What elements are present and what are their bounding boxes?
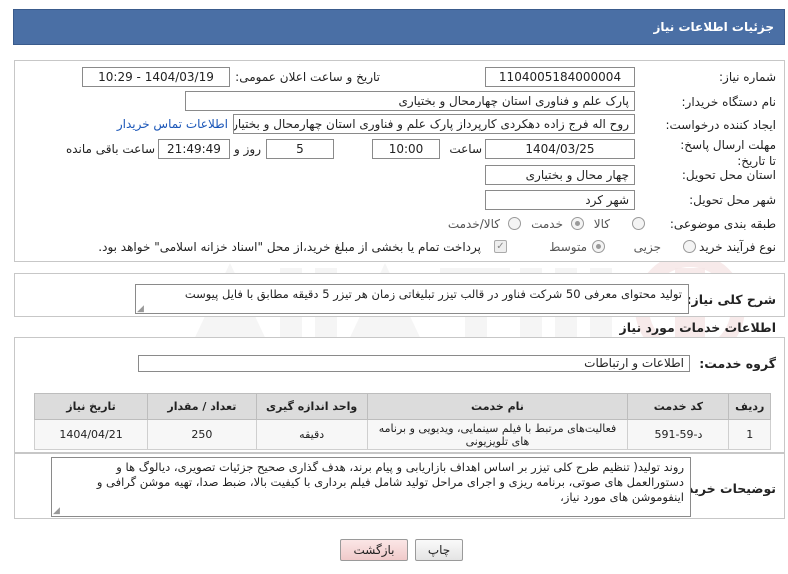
- buyer-notes-textarea: روند تولید( تنظیم طرح کلی تیزر بر اساس ا…: [51, 457, 691, 517]
- province-field: چهار محال و بختیاری: [485, 165, 635, 185]
- services-table-header: ردیف کد خدمت نام خدمت واحد اندازه گیری ت…: [33, 393, 771, 420]
- announce-datetime-field: 1404/03/19 - 10:29: [82, 67, 230, 87]
- row-service-code: د-59-591: [627, 419, 730, 450]
- announce-datetime-label: تاریخ و ساعت اعلان عمومی:: [235, 70, 380, 84]
- buyer-org-label: نام دستگاه خریدار:: [681, 95, 777, 109]
- row-quantity: 250: [147, 419, 257, 450]
- buyer-org-field: پارک علم و فناوری استان چهارمحال و بختیا…: [185, 91, 635, 111]
- remaining-time-label: ساعت باقی مانده: [65, 142, 155, 156]
- col-quantity: تعداد / مقدار: [147, 393, 257, 420]
- treasury-checkbox[interactable]: ✓: [494, 240, 507, 253]
- deadline-label: مهلت ارسال پاسخ: تا تاریخ:: [680, 138, 776, 168]
- city-field: شهر کرد: [485, 190, 635, 210]
- city-label: شهر محل تحویل:: [689, 193, 776, 207]
- col-unit: واحد اندازه گیری: [255, 393, 368, 420]
- col-need-date: تاریخ نیاز: [33, 393, 149, 420]
- category-goods-service-label: کالا/خدمت: [447, 217, 500, 231]
- category-goods-label: کالا: [593, 217, 610, 231]
- category-label: طبقه بندی موضوعی:: [669, 217, 776, 231]
- notes-resize-handle[interactable]: ◢: [53, 506, 60, 516]
- deadline-date-field: 1404/03/25: [485, 139, 635, 159]
- summary-resize-handle[interactable]: ◢: [137, 304, 144, 314]
- purchase-minor-label: جزیی: [633, 240, 661, 254]
- treasury-note: پرداخت تمام یا بخشی از مبلغ خرید،از محل …: [98, 240, 481, 254]
- province-label: استان محل تحویل:: [681, 168, 776, 182]
- category-goods-radio[interactable]: [632, 217, 645, 230]
- service-group-label: گروه خدمت:: [699, 356, 776, 371]
- purchase-type-label: نوع فرآیند خرید :: [691, 240, 776, 254]
- print-button[interactable]: چاپ: [415, 539, 463, 561]
- summary-label: شرح کلی نیاز:: [686, 292, 776, 307]
- col-service-name: نام خدمت: [366, 393, 629, 420]
- need-number-label: شماره نیاز:: [719, 70, 776, 84]
- row-service-name: فعالیت‌های مرتبط با فیلم سینمایی، ویدیوی…: [366, 419, 629, 450]
- page-title: جزئیات اطلاعات نیاز: [653, 20, 774, 34]
- deadline-days-field: 5: [266, 139, 334, 159]
- category-service-label: خدمت: [531, 217, 563, 231]
- table-row: 1 د-59-591 فعالیت‌های مرتبط با فیلم سینم…: [33, 419, 771, 450]
- buyer-contact-link[interactable]: اطلاعات تماس خریدار: [117, 117, 228, 131]
- need-number-field: 1104005184000004: [485, 67, 635, 87]
- deadline-time-label: ساعت: [449, 142, 482, 156]
- row-index: 1: [728, 419, 771, 450]
- services-table: ردیف کد خدمت نام خدمت واحد اندازه گیری ت…: [33, 393, 771, 450]
- back-button[interactable]: بازگشت: [340, 539, 408, 561]
- summary-textarea: تولید محتوای معرفی 50 شرکت فناور در قالب…: [135, 284, 689, 314]
- requester-field: روح اله فرج زاده دهکردی کارپرداز پارک عل…: [233, 114, 635, 134]
- category-service-radio[interactable]: [571, 217, 584, 230]
- deadline-time-field: 10:00: [372, 139, 440, 159]
- service-group-field: اطلاعات و ارتباطات: [138, 355, 690, 372]
- services-section-title: اطلاعات خدمات مورد نیاز: [619, 320, 777, 335]
- deadline-days-label: روز و: [234, 142, 261, 156]
- remaining-time-field: 21:49:49: [158, 139, 230, 159]
- purchase-medium-radio[interactable]: [592, 240, 605, 253]
- row-need-date: 1404/04/21: [33, 419, 149, 450]
- row-unit: دقیقه: [255, 419, 368, 450]
- page-header: جزئیات اطلاعات نیاز: [13, 9, 785, 45]
- requester-label: ایجاد کننده درخواست:: [665, 118, 776, 132]
- col-row: ردیف: [728, 393, 771, 420]
- purchase-medium-label: متوسط: [549, 240, 587, 254]
- col-service-code: کد خدمت: [627, 393, 730, 420]
- purchase-minor-radio[interactable]: [683, 240, 696, 253]
- category-goods-service-radio[interactable]: [508, 217, 521, 230]
